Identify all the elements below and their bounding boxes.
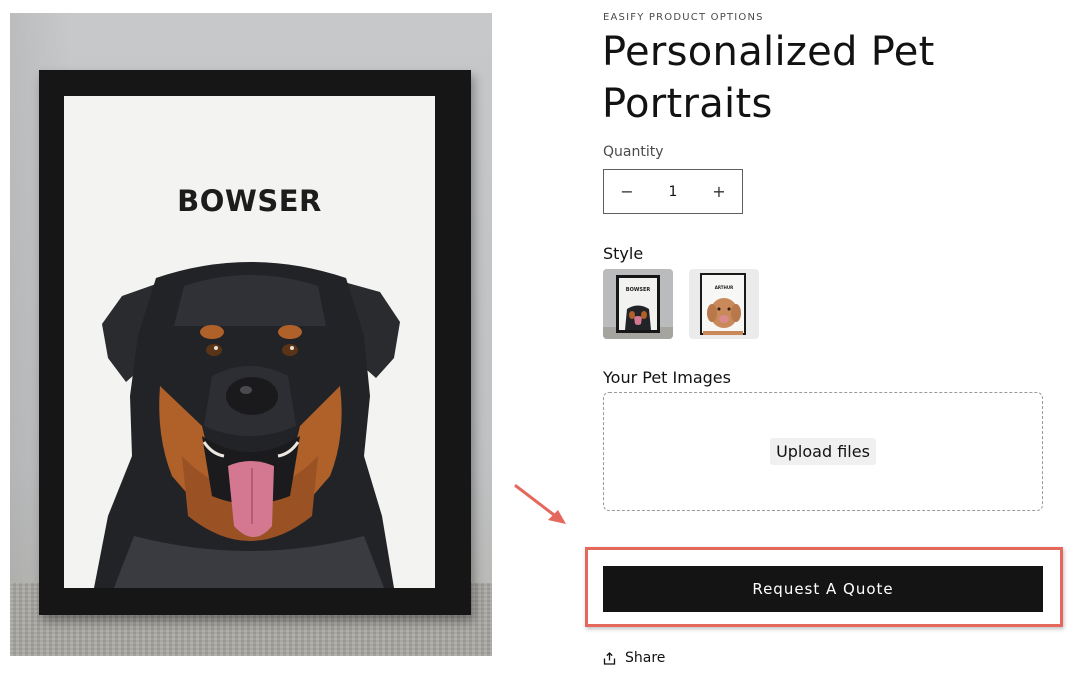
- dog-portrait-illustration: [94, 262, 400, 588]
- style-thumbnail-rottweiler: [603, 269, 673, 339]
- quantity-decrease-button[interactable]: −: [604, 170, 650, 213]
- share-button[interactable]: Share: [603, 650, 665, 666]
- quantity-input[interactable]: 1: [650, 184, 696, 200]
- picture-frame: BOWSER: [39, 70, 471, 615]
- vendor-label: EASIFY PRODUCT OPTIONS: [603, 12, 764, 23]
- quantity-label: Quantity: [603, 144, 664, 160]
- file-dropzone[interactable]: Upload files: [603, 392, 1043, 511]
- style-thumbnail-doodle: [689, 269, 759, 339]
- portrait-mat: BOWSER: [64, 96, 435, 588]
- share-icon: [603, 651, 616, 665]
- style-option-caption: ARTHUR: [714, 285, 734, 290]
- product-image[interactable]: BOWSER: [10, 13, 492, 656]
- style-option-rottweiler[interactable]: BOWSER: [603, 269, 673, 339]
- upload-files-button[interactable]: Upload files: [770, 438, 876, 465]
- arrow-pointer-icon: [514, 484, 566, 524]
- style-option-doodle[interactable]: ARTHUR: [689, 269, 759, 339]
- product-title: Personalized Pet Portraits: [602, 29, 935, 127]
- request-quote-button[interactable]: Request A Quote: [603, 566, 1043, 612]
- product-page: BOWSER EASIFY PRODUCT OPTIONS Personaliz…: [0, 0, 1087, 674]
- pet-images-label: Your Pet Images: [603, 368, 731, 387]
- share-label: Share: [625, 650, 666, 666]
- quantity-stepper: − 1 +: [603, 169, 743, 214]
- quantity-increase-button[interactable]: +: [696, 170, 742, 213]
- style-label: Style: [603, 244, 644, 263]
- style-option-caption: BOWSER: [625, 287, 651, 293]
